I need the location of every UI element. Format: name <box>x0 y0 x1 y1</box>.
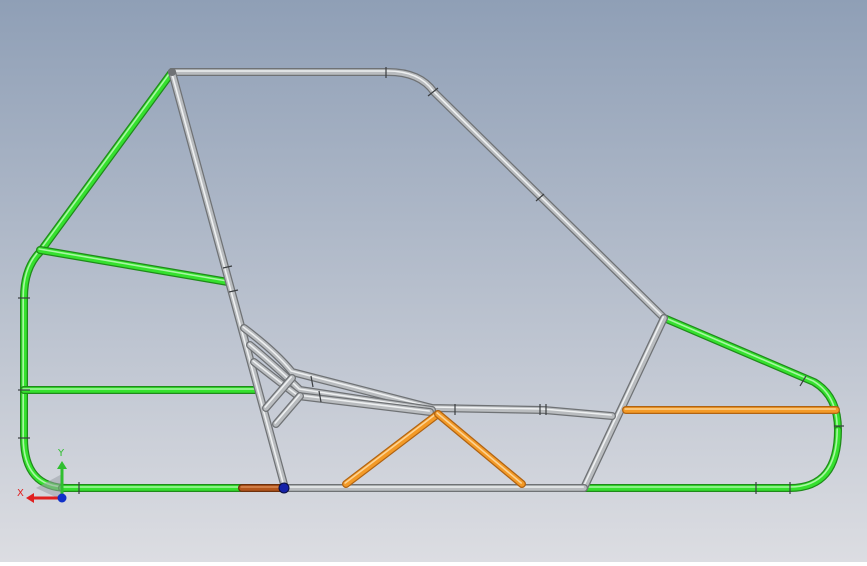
origin-node[interactable] <box>278 482 290 494</box>
floor-steel-tube[interactable] <box>281 484 588 492</box>
rear-horizontal-orange-tube[interactable] <box>622 406 840 414</box>
x-axis-label: X <box>17 488 24 499</box>
viewport-background <box>0 0 867 562</box>
y-axis-label: Y <box>57 448 65 459</box>
bottom-front-green-tube[interactable] <box>58 484 246 492</box>
front-floor-dark-orange-tube[interactable] <box>238 484 286 492</box>
z-axis-dot <box>57 493 67 503</box>
top-corner-node <box>168 68 176 76</box>
cad-viewport[interactable]: X Y <box>0 0 867 562</box>
mid-horizontal-green-tube[interactable] <box>20 386 262 394</box>
frame-model-canvas[interactable]: X Y <box>0 0 867 562</box>
